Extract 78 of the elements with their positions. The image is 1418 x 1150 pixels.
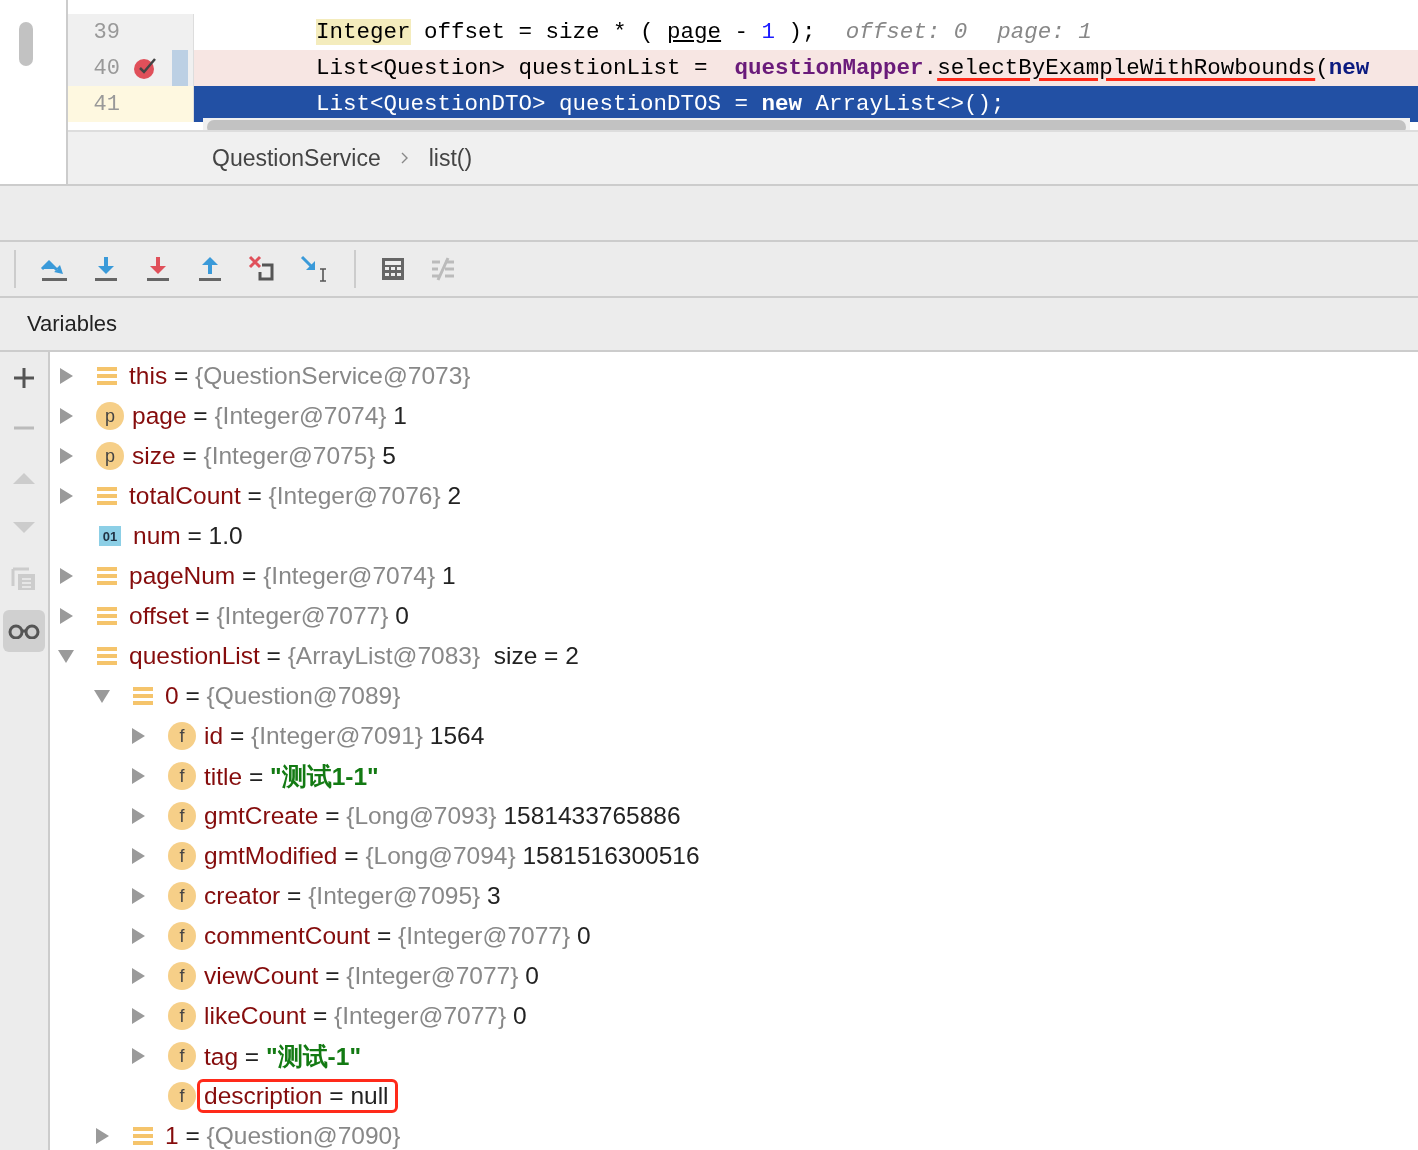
panel-title: Variables: [27, 311, 118, 337]
line-number: 41: [92, 91, 120, 117]
expand-arrow-icon[interactable]: [130, 968, 146, 984]
variable-text: questionList = {ArrayList@7083} size = 2: [129, 641, 580, 671]
expand-arrow-icon[interactable]: [58, 408, 74, 424]
field-icon: f: [168, 922, 196, 950]
object-icon: [132, 1125, 154, 1147]
variable-text: likeCount = {Integer@7077} 0: [204, 1001, 528, 1031]
step-out-icon[interactable]: [196, 255, 224, 283]
field-icon: f: [168, 1082, 196, 1110]
expand-arrow-icon[interactable]: [130, 1048, 146, 1064]
variable-text: gmtModified = {Long@7094} 1581516300516: [204, 841, 701, 871]
glasses-icon: [8, 623, 40, 639]
expand-arrow-icon[interactable]: [130, 728, 146, 744]
watches-toggle[interactable]: [3, 610, 45, 652]
object-icon: [96, 565, 118, 587]
primitive-icon: 01: [99, 526, 121, 546]
variable-text: page = {Integer@7074} 1: [132, 401, 408, 431]
variable-text: id = {Integer@7091} 1564: [204, 721, 486, 751]
variable-text: 1 = {Question@7090}: [165, 1121, 402, 1150]
variable-text: size = {Integer@7075} 5: [132, 441, 397, 471]
collapse-arrow-icon[interactable]: [94, 688, 110, 704]
object-icon: [96, 605, 118, 627]
expand-arrow-icon[interactable]: [58, 488, 74, 504]
variable-text: tag = "测试-1": [204, 1041, 362, 1072]
expand-arrow-icon[interactable]: [58, 568, 74, 584]
gutter-marker: [172, 50, 188, 86]
line-number: 40: [92, 55, 120, 81]
expand-arrow-icon[interactable]: [130, 888, 146, 904]
collapse-arrow-icon[interactable]: [58, 648, 74, 664]
field-icon: f: [168, 882, 196, 910]
step-into-icon[interactable]: [92, 255, 120, 283]
trace-icon[interactable]: [430, 256, 456, 282]
field-icon: f: [168, 802, 196, 830]
object-icon: [96, 645, 118, 667]
field-icon: f: [168, 962, 196, 990]
object-icon: [132, 685, 154, 707]
add-icon[interactable]: [12, 366, 36, 390]
variable-text: description = null: [197, 1079, 398, 1113]
scrollbar-thumb[interactable]: [207, 120, 1406, 130]
expand-arrow-icon[interactable]: [130, 848, 146, 864]
expand-arrow-icon[interactable]: [94, 1128, 110, 1144]
field-icon: f: [168, 762, 196, 790]
expand-arrow-icon[interactable]: [130, 928, 146, 944]
variable-text: this = {QuestionService@7073}: [129, 361, 472, 391]
field-icon: f: [168, 1042, 196, 1070]
object-icon: [96, 365, 118, 387]
object-icon: [96, 485, 118, 507]
variable-text: num = 1.0: [133, 521, 244, 551]
variable-text: totalCount = {Integer@7076} 2: [129, 481, 463, 511]
variable-text: viewCount = {Integer@7077} 0: [204, 961, 540, 991]
drop-frame-icon[interactable]: [248, 255, 276, 283]
parameter-icon: p: [96, 442, 124, 470]
field-icon: f: [168, 722, 196, 750]
scrollbar-thumb[interactable]: [19, 22, 33, 66]
expand-arrow-icon[interactable]: [58, 368, 74, 384]
parameter-icon: p: [96, 402, 124, 430]
field-icon: f: [168, 1002, 196, 1030]
breakpoint-icon[interactable]: [133, 56, 159, 80]
expand-arrow-icon[interactable]: [130, 768, 146, 784]
line-number: 39: [92, 19, 120, 45]
force-step-into-icon[interactable]: [144, 255, 172, 283]
breadcrumb[interactable]: QuestionService: [212, 144, 381, 172]
variable-text: creator = {Integer@7095} 3: [204, 881, 502, 911]
expand-arrow-icon[interactable]: [58, 608, 74, 624]
variable-text: gmtCreate = {Long@7093} 1581433765886: [204, 801, 682, 831]
calculator-icon[interactable]: [380, 256, 406, 282]
expand-arrow-icon[interactable]: [130, 808, 146, 824]
field-icon: f: [168, 842, 196, 870]
variable-text: 0 = {Question@7089}: [165, 681, 402, 711]
variable-text: pageNum = {Integer@7074} 1: [129, 561, 457, 591]
variable-text: offset = {Integer@7077} 0: [129, 601, 410, 631]
expand-arrow-icon[interactable]: [58, 448, 74, 464]
variable-text: title = "测试1-1": [204, 761, 380, 792]
breadcrumb[interactable]: list(): [428, 144, 473, 172]
variable-text: commentCount = {Integer@7077} 0: [204, 921, 592, 951]
chevron-icon: [400, 152, 409, 164]
expand-arrow-icon[interactable]: [130, 1008, 146, 1024]
